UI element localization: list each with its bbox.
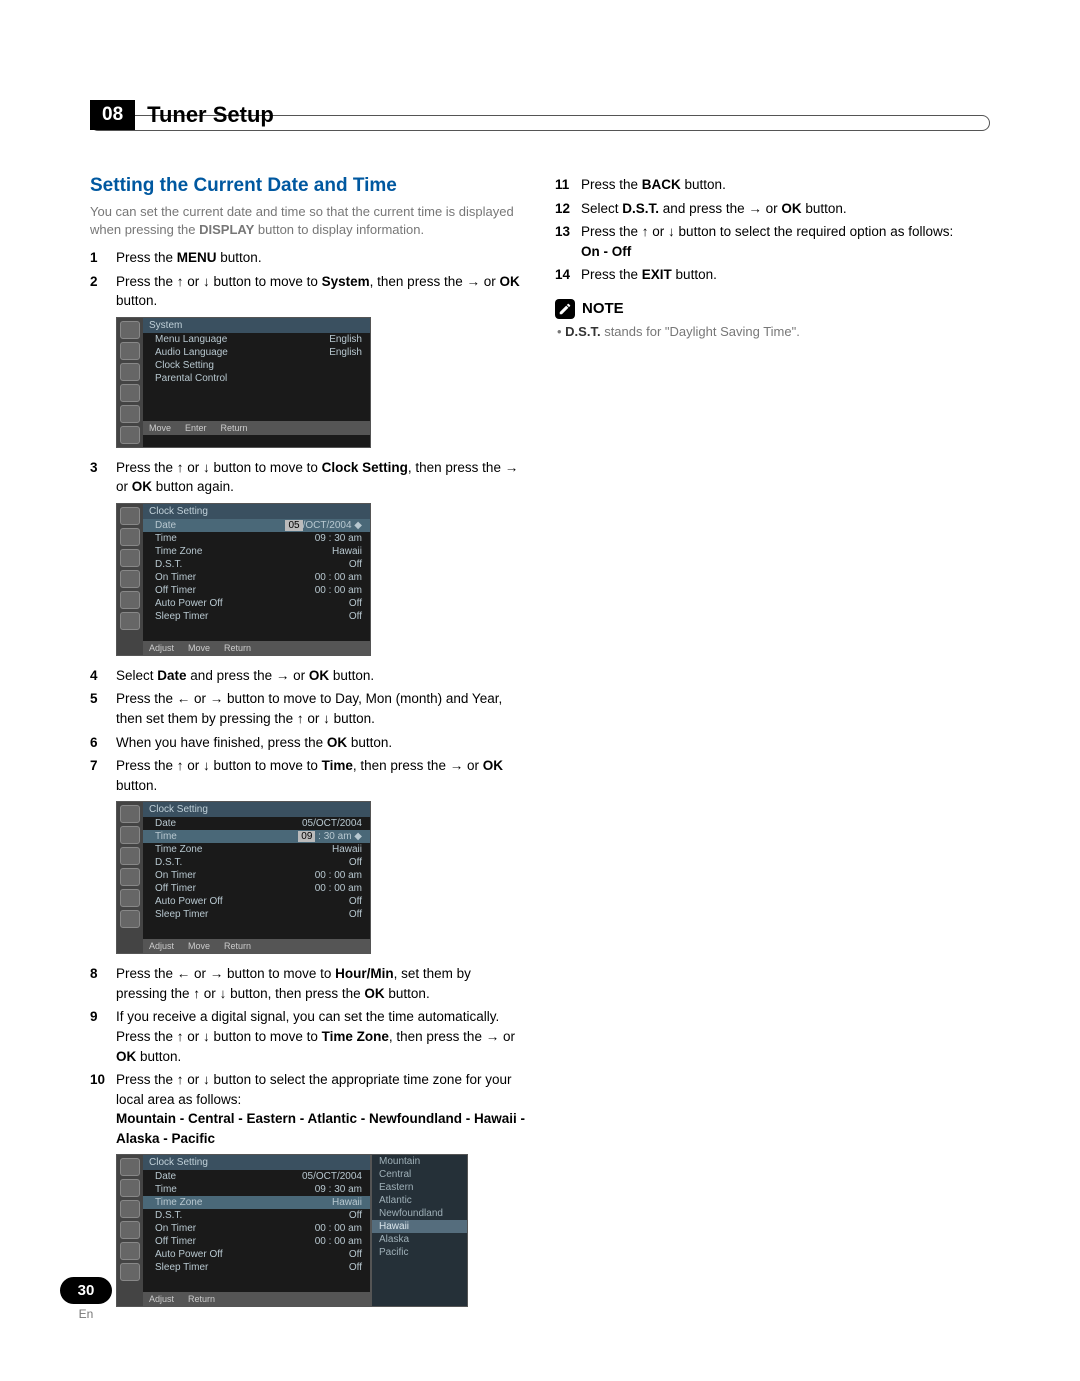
step-10: 10 Press the ↑ or ↓ button to select the… (90, 1070, 525, 1148)
step-4: 4 Select Date and press the → or OK butt… (90, 666, 525, 686)
timezone-popup: MountainCentralEasternAtlanticNewfoundla… (371, 1154, 468, 1307)
step-5: 5 Press the ← or → button to move to Day… (90, 689, 525, 728)
note-label: NOTE (582, 300, 624, 317)
arrow-right-icon: → (466, 272, 480, 292)
step-7: 7 Press the ↑ or ↓ button to move to Tim… (90, 756, 525, 795)
note-text: • D.S.T. stands for "Daylight Saving Tim… (557, 324, 990, 339)
step-14: 14 Press the EXIT button. (555, 265, 990, 285)
section-heading: Setting the Current Date and Time (90, 175, 525, 197)
step-6: 6 When you have finished, press the OK b… (90, 733, 525, 753)
chapter-header: 08 Tuner Setup (90, 100, 990, 130)
step-11: 11 Press the BACK button. (555, 175, 990, 195)
osd-system-menu: System Menu LanguageEnglishAudio Languag… (116, 317, 525, 448)
step-13: 13 Press the ↑ or ↓ button to select the… (555, 222, 990, 261)
step-12: 12 Select D.S.T. and press the → or OK b… (555, 199, 990, 219)
osd-clock-setting-time: Clock Setting Date05/OCT/2004Time09 : 30… (116, 801, 525, 954)
timezone-list: Mountain - Central - Eastern - Atlantic … (116, 1111, 525, 1146)
osd-clock-setting-timezone: Clock Setting Date05/OCT/2004Time09 : 30… (116, 1154, 525, 1307)
step-3: 3 Press the ↑ or ↓ button to move to Clo… (90, 458, 525, 497)
pencil-icon (555, 299, 575, 319)
arrow-down-icon: ↓ (203, 272, 210, 292)
section-intro: You can set the current date and time so… (90, 203, 525, 238)
page-language: En (60, 1307, 112, 1321)
step-1: 1 Press the MENU button. (90, 248, 525, 268)
osd-clock-setting-date: Clock Setting Date05/OCT/2004 ◆Time09 : … (116, 503, 525, 656)
note-header: NOTE (555, 299, 990, 319)
arrow-up-icon: ↑ (177, 272, 184, 292)
step-2: 2 Press the ↑ or ↓ button to move to Sys… (90, 272, 525, 311)
page-footer: 30 En (60, 1277, 112, 1321)
step-9: 9 If you receive a digital signal, you c… (90, 1007, 525, 1066)
chapter-number: 08 (90, 100, 135, 130)
page-number: 30 (60, 1277, 112, 1304)
step-8: 8 Press the ← or → button to move to Hou… (90, 964, 525, 1003)
chapter-title: Tuner Setup (147, 102, 274, 128)
